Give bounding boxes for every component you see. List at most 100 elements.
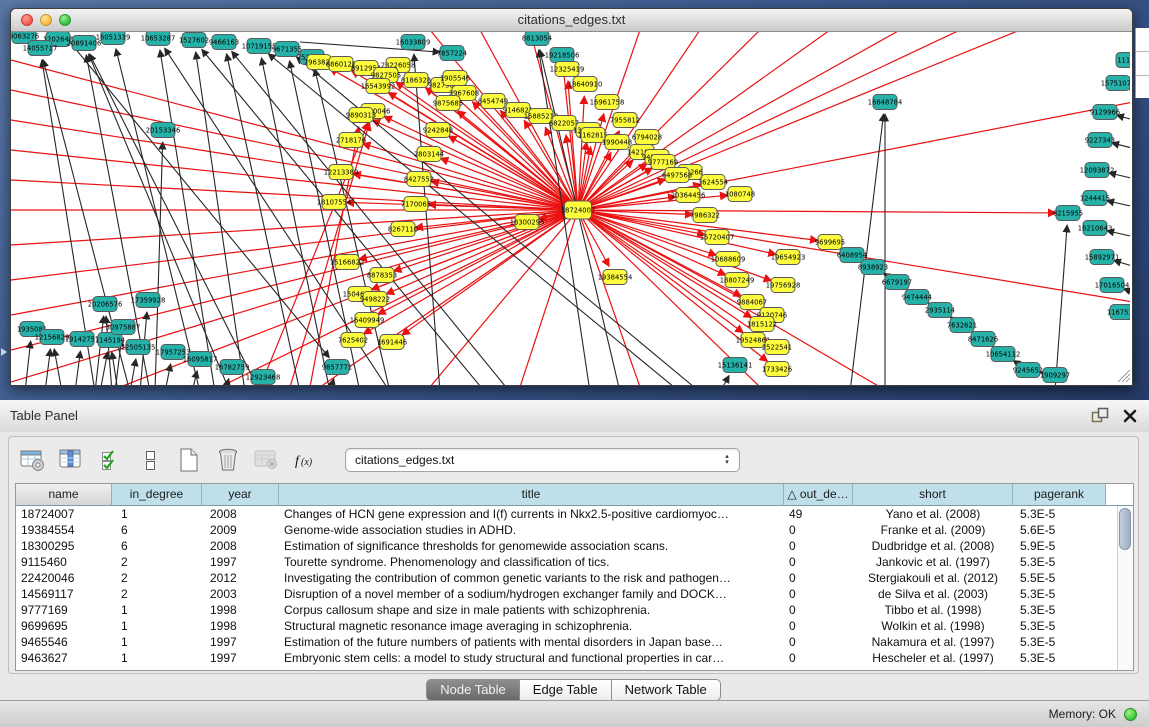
network-edge[interactable] bbox=[1117, 115, 1130, 124]
cell-title: Changes of HCN gene expression and I(f) … bbox=[279, 506, 784, 522]
table-row[interactable]: 969969511998Structural magnetic resonanc… bbox=[16, 618, 1133, 634]
column-header-spacer bbox=[1106, 484, 1133, 506]
network-edge[interactable] bbox=[95, 316, 104, 385]
function-builder-button[interactable]: f(x) bbox=[292, 447, 319, 473]
network-node-label: 2522541 bbox=[762, 344, 792, 352]
network-edge[interactable] bbox=[227, 54, 300, 385]
network-node-label: 18640910 bbox=[568, 81, 603, 89]
network-node-label: 15751074 bbox=[1101, 80, 1130, 88]
show-columns-button[interactable] bbox=[58, 447, 85, 473]
network-edge[interactable] bbox=[11, 210, 578, 382]
network-edge[interactable] bbox=[100, 352, 108, 385]
network-edge[interactable] bbox=[720, 375, 729, 385]
table-scrollbar[interactable] bbox=[1117, 506, 1133, 670]
cell-in_degree: 2 bbox=[112, 570, 202, 586]
panel-collapse-arrow-icon[interactable] bbox=[1, 348, 7, 356]
network-node-label: 9671355 bbox=[272, 46, 302, 54]
network-edge[interactable] bbox=[1123, 289, 1130, 297]
canvas-resize-grip[interactable] bbox=[1118, 370, 1130, 382]
network-edge[interactable] bbox=[386, 210, 578, 294]
change-table-mode-button[interactable] bbox=[19, 447, 46, 473]
cell-short: Wolkin et al. (1998) bbox=[853, 618, 1013, 634]
network-node-label: 1733426 bbox=[762, 366, 792, 374]
network-node-label: 9227343 bbox=[1085, 137, 1115, 145]
column-header-out_de[interactable]: △ out_de… bbox=[784, 484, 853, 506]
cell-year: 2008 bbox=[202, 538, 279, 554]
network-table-select[interactable]: citations_edges.txt ▴▾ bbox=[345, 448, 740, 472]
column-header-year[interactable]: year bbox=[202, 484, 279, 506]
cell-in_degree: 1 bbox=[112, 602, 202, 618]
network-edge[interactable] bbox=[45, 349, 50, 385]
column-header-short[interactable]: short bbox=[853, 484, 1013, 506]
network-canvas-svg[interactable]: 1872400790632761202648140557172089140616… bbox=[11, 32, 1130, 385]
network-node-label: 6794028 bbox=[632, 134, 662, 142]
table-row[interactable]: 2242004622012Investigating the contribut… bbox=[16, 570, 1133, 586]
table-row[interactable]: 946554611997Estimation of the future num… bbox=[16, 634, 1133, 650]
clear-selection-button[interactable] bbox=[136, 447, 163, 473]
delete-column-disabled-button bbox=[253, 447, 280, 473]
network-node-label: 9466163 bbox=[209, 39, 239, 47]
select-all-button[interactable] bbox=[97, 447, 124, 473]
network-edge[interactable] bbox=[11, 150, 578, 210]
network-edge[interactable] bbox=[25, 341, 31, 385]
tab-network-table[interactable]: Network Table bbox=[612, 679, 721, 701]
network-node-label: 17016504 bbox=[1095, 282, 1130, 290]
network-edge[interactable] bbox=[165, 364, 171, 385]
table-row[interactable]: 1456911722003Disruption of a novel membe… bbox=[16, 586, 1133, 602]
cell-out_de: 0 bbox=[784, 522, 853, 538]
network-node-label: 7857224 bbox=[437, 50, 467, 58]
network-edge[interactable] bbox=[1114, 260, 1130, 270]
cell-name: 9699695 bbox=[16, 618, 112, 634]
network-edge[interactable] bbox=[75, 351, 80, 385]
network-window-titlebar[interactable]: citations_edges.txt bbox=[11, 9, 1132, 32]
tab-node-table[interactable]: Node Table bbox=[426, 679, 520, 701]
tab-edge-table[interactable]: Edge Table bbox=[520, 679, 612, 701]
column-header-name[interactable]: name bbox=[16, 484, 112, 506]
table-row[interactable]: 1938455462009Genome-wide association stu… bbox=[16, 522, 1133, 538]
table-row[interactable]: 1830029562008Estimation of significance … bbox=[16, 538, 1133, 554]
network-edge[interactable] bbox=[196, 52, 245, 385]
network-node-label: 7955812 bbox=[610, 117, 640, 125]
network-edge[interactable] bbox=[11, 210, 578, 245]
cell-in_degree: 6 bbox=[112, 522, 202, 538]
network-edge[interactable] bbox=[11, 180, 578, 210]
network-edge[interactable] bbox=[112, 352, 118, 385]
network-edge[interactable] bbox=[430, 210, 578, 385]
column-header-title[interactable]: title bbox=[279, 484, 784, 506]
cell-pagerank: 5.3E-5 bbox=[1013, 650, 1106, 666]
cell-short: Stergiakouli et al. (2012) bbox=[853, 570, 1013, 586]
table-scrollbar-thumb[interactable] bbox=[1119, 508, 1131, 550]
network-node-label: 16409949 bbox=[350, 317, 385, 325]
table-row[interactable]: 911546021997Tourette syndrome. Phenomeno… bbox=[16, 554, 1133, 570]
delete-table-button[interactable] bbox=[214, 447, 241, 473]
network-edge[interactable] bbox=[11, 210, 578, 350]
collapsed-results-panel bbox=[1135, 28, 1149, 98]
network-edge[interactable] bbox=[578, 32, 1020, 210]
memory-status-indicator[interactable] bbox=[1124, 708, 1137, 721]
network-node-label: 6408954 bbox=[837, 252, 867, 260]
network-node-label: 18724007 bbox=[561, 207, 596, 215]
network-edge[interactable] bbox=[1107, 201, 1130, 210]
cell-pagerank: 5.3E-5 bbox=[1013, 602, 1106, 618]
table-row[interactable]: 1872400712008Changes of HCN gene express… bbox=[16, 506, 1133, 522]
network-node-label: 18107554 bbox=[317, 199, 352, 207]
cell-in_degree: 1 bbox=[112, 650, 202, 666]
network-node-label: 17359928 bbox=[131, 297, 166, 305]
network-edge[interactable] bbox=[578, 32, 760, 210]
network-edge[interactable] bbox=[578, 210, 640, 385]
table-row[interactable]: 946362711997Embryonic stem cells: a mode… bbox=[16, 650, 1133, 666]
create-new-table-button[interactable] bbox=[175, 447, 202, 473]
column-header-in_degree[interactable]: in_degree bbox=[112, 484, 202, 506]
network-node-label: 1815122 bbox=[747, 321, 777, 329]
network-canvas[interactable]: 1872400790632761202648140557172089140616… bbox=[11, 32, 1130, 385]
close-panel-icon[interactable] bbox=[1123, 409, 1137, 423]
cell-title: Structural magnetic resonance image aver… bbox=[279, 618, 784, 634]
network-node-label: 9063276 bbox=[11, 33, 39, 41]
column-header-pagerank[interactable]: pagerank bbox=[1013, 484, 1106, 506]
table-row[interactable]: 977716911998Corpus callosum shape and si… bbox=[16, 602, 1133, 618]
cell-short: Tibbo et al. (1998) bbox=[853, 602, 1013, 618]
network-node-label: 9242848 bbox=[423, 127, 453, 135]
float-panel-icon[interactable] bbox=[1091, 407, 1109, 424]
network-edge[interactable] bbox=[1055, 225, 1067, 385]
cell-name: 9115460 bbox=[16, 554, 112, 570]
